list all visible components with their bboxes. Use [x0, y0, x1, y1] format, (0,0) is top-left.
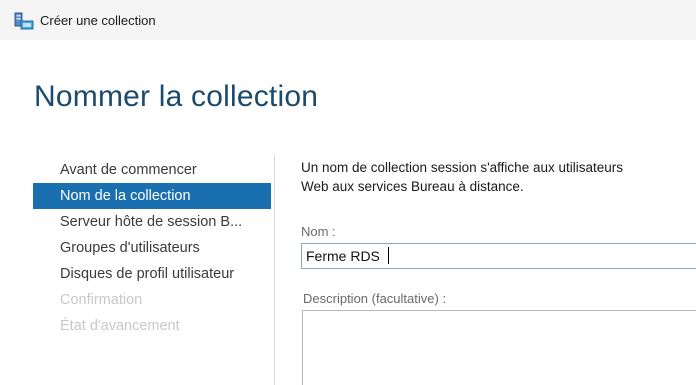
- nav-item-avant-de-commencer[interactable]: Avant de commencer: [33, 157, 271, 183]
- window-title: Créer une collection: [40, 13, 156, 28]
- text-caret: [388, 247, 389, 264]
- title-bar: Créer une collection: [0, 0, 696, 40]
- description-textarea[interactable]: [302, 310, 696, 385]
- create-collection-window: Créer une collection Nommer la collectio…: [0, 0, 696, 385]
- description-line-2: Web aux services Bureau à distance.: [301, 179, 524, 194]
- wizard-navigation: Avant de commencer Nom de la collection …: [33, 157, 271, 339]
- description-field-label: Description (facultative) :: [303, 291, 447, 306]
- nav-item-confirmation: Confirmation: [60, 292, 143, 308]
- name-field-label: Nom :: [301, 224, 336, 239]
- nav-item-groupes-utilisateurs[interactable]: Groupes d'utilisateurs: [33, 235, 271, 261]
- nav-item-disques-de-profil[interactable]: Disques de profil utilisateur: [33, 261, 271, 287]
- nav-item-etat-avancement: État d'avancement: [60, 318, 180, 334]
- collection-name-input[interactable]: [301, 243, 696, 269]
- nav-item-nom-de-la-collection[interactable]: Nom de la collection: [33, 183, 271, 209]
- description-line-1: Un nom de collection session s'affiche a…: [301, 160, 623, 175]
- nav-item-serveur-hote-de-session[interactable]: Serveur hôte de session B...: [33, 209, 271, 235]
- nav-divider: [274, 155, 275, 385]
- content-description: Un nom de collection session s'affiche a…: [301, 158, 696, 196]
- server-collection-icon: [14, 12, 34, 30]
- page-title: Nommer la collection: [34, 80, 319, 113]
